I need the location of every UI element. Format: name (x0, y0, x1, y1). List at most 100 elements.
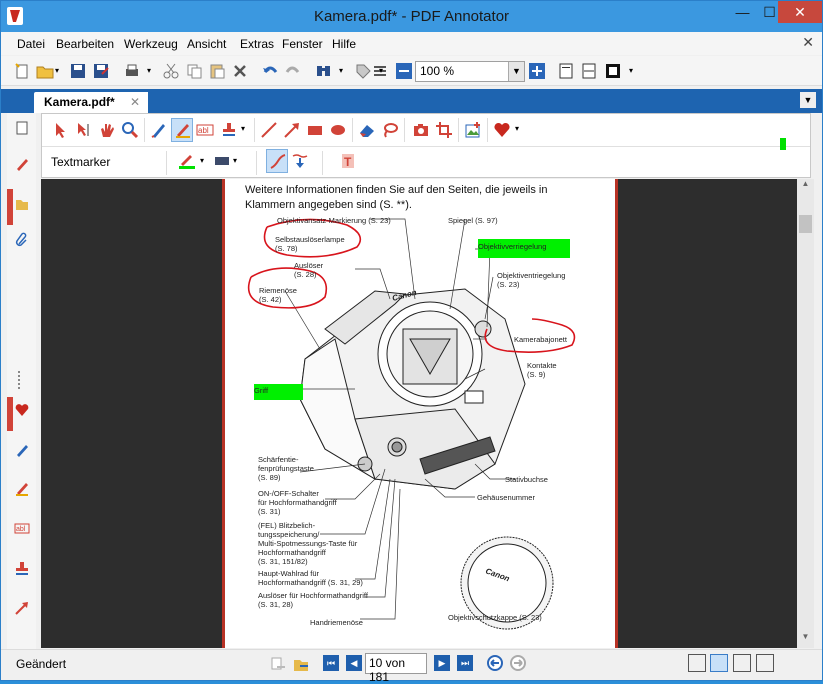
fill-color-icon[interactable] (213, 152, 231, 170)
continuous-facing-view-button[interactable] (756, 654, 774, 672)
close-button[interactable]: ✕ (778, 1, 822, 23)
find-dropdown-icon[interactable]: ▾ (339, 66, 343, 75)
back-document-icon[interactable] (269, 655, 287, 673)
pen-tool-icon[interactable] (150, 121, 168, 139)
first-page-button[interactable]: ⏮ (323, 655, 339, 671)
scroll-up-icon[interactable]: ▲ (797, 179, 814, 195)
open-folder-icon[interactable] (36, 62, 54, 80)
scroll-down-icon[interactable]: ▼ (797, 632, 814, 648)
forward-document-icon[interactable] (292, 655, 310, 673)
find-icon[interactable] (315, 62, 333, 80)
continuous-view-button[interactable] (710, 654, 728, 672)
rectangle-tool-icon[interactable] (306, 121, 324, 139)
ellipse-tool-icon[interactable] (329, 121, 347, 139)
sidebar-attachments-icon[interactable] (10, 231, 34, 255)
menu-ansicht[interactable]: Ansicht (187, 37, 226, 51)
sidebar-text-icon[interactable]: abl (10, 519, 34, 543)
undo-icon[interactable] (261, 62, 279, 80)
menu-fenster[interactable]: Fenster (282, 37, 323, 51)
cut-icon[interactable] (162, 62, 180, 80)
highlighter-tool-active[interactable] (171, 118, 193, 142)
document-close-icon[interactable]: ✕ (802, 34, 814, 51)
view-dropdown-icon[interactable]: ▾ (629, 66, 633, 75)
freehand-mode-active[interactable] (266, 149, 288, 173)
paste-icon[interactable] (208, 62, 226, 80)
previous-page-button[interactable]: ◀ (346, 655, 362, 671)
single-page-view-button[interactable] (688, 654, 706, 672)
eraser-tool-icon[interactable] (358, 121, 376, 139)
snapshot-tool-icon[interactable] (412, 121, 430, 139)
marker-color-dropdown-icon[interactable]: ▾ (200, 156, 204, 165)
tab-close-icon[interactable]: ✕ (130, 95, 140, 109)
new-document-icon[interactable] (13, 62, 31, 80)
favorites-heart-icon[interactable] (493, 121, 511, 139)
zoom-select[interactable]: 100 % ▼ (415, 61, 525, 82)
tab-kamera[interactable]: Kamera.pdf* ✕ (34, 92, 148, 113)
label-schaerfentiefe: Schärfentie- fenprüfungstaste (S. 89) (258, 455, 314, 482)
redo-icon[interactable] (284, 62, 302, 80)
arrow-tool-icon[interactable] (283, 121, 301, 139)
fit-width-icon[interactable] (580, 62, 598, 80)
sidebar-arrow-icon[interactable] (10, 599, 34, 623)
select-text-icon[interactable] (75, 121, 93, 139)
go-forward-icon[interactable] (509, 654, 527, 672)
sidebar-splitter[interactable] (18, 371, 22, 389)
sidebar-favorites-icon[interactable] (10, 401, 34, 425)
sidebar-pages-icon[interactable] (10, 119, 34, 143)
select-arrow-icon[interactable] (52, 121, 70, 139)
menu-extras[interactable]: Extras (240, 37, 274, 51)
fit-page-icon[interactable] (557, 62, 575, 80)
pdf-page[interactable]: Weitere Informationen finden Sie auf den… (222, 179, 618, 648)
sidebar-stamp-icon[interactable] (10, 559, 34, 583)
menu-werkzeug[interactable]: Werkzeug (124, 37, 178, 51)
facing-pages-view-button[interactable] (733, 654, 751, 672)
last-page-button[interactable]: ⏭ (457, 655, 473, 671)
label-ausloeser-hochformat: Auslöser für Hochformathandgriff (S. 31,… (258, 591, 368, 609)
print-dropdown-icon[interactable]: ▾ (147, 66, 151, 75)
marker-color-icon[interactable] (178, 152, 196, 170)
copy-icon[interactable] (185, 62, 203, 80)
list-dropdown-icon[interactable]: ▾ (379, 66, 383, 75)
vertical-scrollbar[interactable]: ▲ ▼ (797, 179, 814, 648)
scroll-thumb[interactable] (799, 215, 812, 233)
line-tool-icon[interactable] (260, 121, 278, 139)
save-icon[interactable] (69, 62, 87, 80)
text-box-icon[interactable]: abl (196, 121, 214, 139)
menu-bearbeiten[interactable]: Bearbeiten (56, 37, 114, 51)
hand-tool-icon[interactable] (98, 121, 116, 139)
go-back-icon[interactable] (486, 654, 504, 672)
zoom-tool-icon[interactable] (121, 121, 139, 139)
next-page-button[interactable]: ▶ (434, 655, 450, 671)
insert-image-icon[interactable] (464, 121, 482, 139)
sidebar-highlighter-icon[interactable] (10, 479, 34, 503)
freehand-line-icon (270, 154, 286, 169)
sidebar-annotations-icon[interactable] (10, 155, 34, 179)
page-number-input[interactable]: 10 von 181 (365, 653, 427, 684)
open-dropdown-icon[interactable]: ▾ (55, 66, 59, 75)
zoom-value: 100 % (420, 64, 455, 78)
label-objektivschutzkappe: Objektivschutzkappe (S. 23) (448, 613, 542, 622)
minimize-button[interactable]: — (729, 1, 756, 23)
full-screen-icon[interactable] (604, 62, 622, 80)
stamp-dropdown-icon[interactable]: ▾ (241, 124, 245, 133)
zoom-in-icon[interactable] (528, 62, 546, 80)
crop-tool-icon[interactable] (435, 121, 453, 139)
lasso-tool-icon[interactable] (381, 121, 399, 139)
straighten-icon[interactable] (291, 152, 309, 170)
sidebar-bookmarks-icon[interactable] (10, 195, 34, 219)
print-icon[interactable] (123, 62, 141, 80)
fill-color-dropdown-icon[interactable]: ▾ (233, 156, 237, 165)
stamp-tool-icon[interactable] (220, 121, 238, 139)
text-on-top-icon[interactable]: T (339, 152, 357, 170)
zoom-out-icon[interactable] (395, 62, 413, 80)
delete-icon[interactable] (231, 62, 249, 80)
zoom-dropdown-icon[interactable]: ▼ (508, 62, 524, 81)
favorites-dropdown-icon[interactable]: ▾ (515, 124, 519, 133)
tag-icon[interactable] (354, 62, 372, 80)
tab-list-dropdown-icon[interactable]: ▼ (800, 92, 816, 108)
menu-hilfe[interactable]: Hilfe (332, 37, 356, 51)
menu-datei[interactable]: Datei (17, 37, 45, 51)
save-as-icon[interactable] (92, 62, 110, 80)
toolbar-row-separator (42, 146, 810, 147)
sidebar-pen-icon[interactable] (10, 441, 34, 465)
